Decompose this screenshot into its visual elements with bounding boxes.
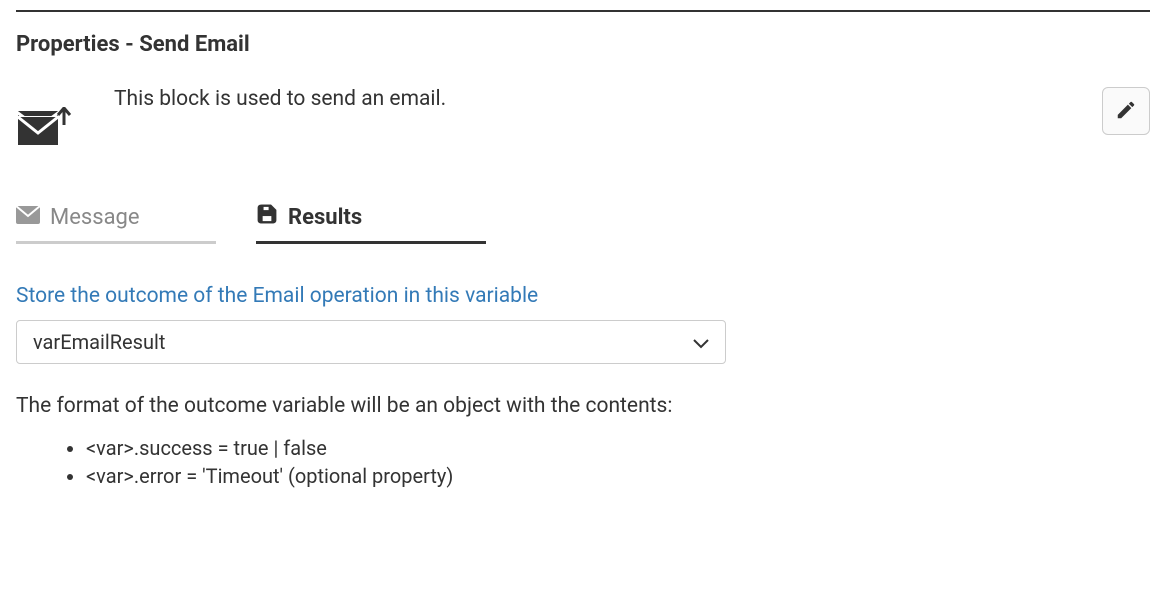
- tabs: Message Results: [16, 203, 1150, 244]
- edit-button[interactable]: [1102, 87, 1150, 135]
- format-intro: The format of the outcome variable will …: [16, 394, 1150, 418]
- outcome-variable-label: Store the outcome of the Email operation…: [16, 284, 1150, 308]
- panel-title: Properties - Send Email: [16, 32, 1150, 57]
- panel-top-divider: [16, 10, 1150, 12]
- tab-message[interactable]: Message: [16, 203, 216, 244]
- tab-results-label: Results: [288, 205, 362, 230]
- outcome-variable-value: varEmailResult: [33, 330, 165, 354]
- send-email-icon: [16, 107, 74, 153]
- envelope-icon: [16, 205, 40, 230]
- list-item: <var>.error = 'Timeout' (optional proper…: [86, 462, 1150, 490]
- tab-results[interactable]: Results: [256, 203, 486, 244]
- chevron-down-icon: [693, 330, 709, 354]
- format-list: <var>.success = true | false <var>.error…: [86, 434, 1150, 490]
- outcome-variable-select[interactable]: varEmailResult: [16, 320, 726, 364]
- save-icon: [256, 203, 278, 231]
- header-row: This block is used to send an email.: [16, 87, 1150, 153]
- tab-message-label: Message: [50, 205, 140, 230]
- list-item: <var>.success = true | false: [86, 434, 1150, 462]
- pencil-icon: [1115, 99, 1137, 124]
- block-description: This block is used to send an email.: [114, 87, 1062, 111]
